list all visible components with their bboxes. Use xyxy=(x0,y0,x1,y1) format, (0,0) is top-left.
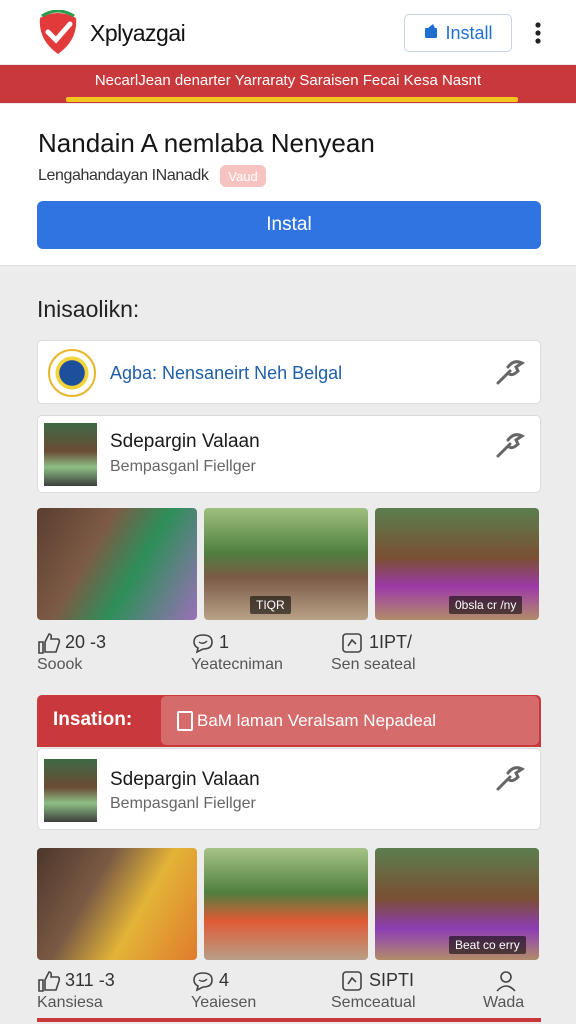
panel-header: Insation: BaM laman Veralsam Nepadeal xyxy=(37,695,541,747)
like-label: Kansiesa xyxy=(37,994,103,1011)
photo-caption: 0bsla cr /ny xyxy=(449,596,523,614)
like-label: Soook xyxy=(37,656,83,673)
profile-stat[interactable]: Wada xyxy=(483,970,543,1016)
install-button-label: Install xyxy=(445,22,493,43)
list-item-user[interactable]: Sdepargin Valaan Bempasganl Fiellger xyxy=(37,748,541,830)
photo-tile[interactable] xyxy=(37,848,197,960)
list-item-user[interactable]: Sdepargin Valaan Bempasganl Fiellger xyxy=(37,415,541,493)
chat-icon xyxy=(191,632,215,654)
photo-tile[interactable] xyxy=(37,508,197,620)
document-icon xyxy=(177,711,193,731)
like-count: 20 -3 xyxy=(65,632,107,652)
comment-label: Yeaiesen xyxy=(191,994,257,1011)
user-meta: Bempasganl Fiellger xyxy=(110,458,256,475)
seal-icon xyxy=(48,349,96,397)
check-shield-icon[interactable] xyxy=(34,9,82,56)
thumbs-up-icon xyxy=(37,970,61,992)
photo-caption: TIQR xyxy=(250,596,291,614)
install-button[interactable]: Instal xyxy=(37,201,541,249)
share-stat[interactable]: SIPTI Semceatual xyxy=(331,970,461,1016)
comment-count: 4 xyxy=(219,970,230,990)
banner-progress-line xyxy=(66,97,518,102)
user-name: Sdepargin Valaan xyxy=(110,431,260,452)
user-name: Sdepargin Valaan xyxy=(110,769,260,790)
photo-tile[interactable] xyxy=(204,848,368,960)
avatar xyxy=(44,759,97,822)
share-label: Semceatual xyxy=(331,994,416,1011)
kebab-menu-icon[interactable] xyxy=(526,18,550,48)
top-bar: Xplyazgai Install xyxy=(0,0,576,64)
share-stat[interactable]: 1IPT/ Sen seateal xyxy=(331,632,461,678)
tool-icon[interactable] xyxy=(494,355,526,387)
person-icon xyxy=(495,970,519,992)
install-button-top[interactable]: Install xyxy=(404,14,512,52)
photo-tile[interactable]: TIQR xyxy=(204,508,368,620)
share-count: 1IPT/ xyxy=(369,632,413,652)
section-title: Inisaolikn: xyxy=(37,296,140,322)
comment-stat[interactable]: 1 Yeatecniman xyxy=(191,632,311,678)
share-icon xyxy=(341,632,365,654)
avatar xyxy=(44,423,97,486)
app-card: Nandain A nemlaba Nenyean Lengahandayan … xyxy=(0,104,576,266)
install-icon xyxy=(423,23,439,44)
app-subtitle: Lengahandayan INanadk xyxy=(38,167,209,184)
share-count: SIPTI xyxy=(369,970,415,990)
comment-stat[interactable]: 4 Yeaiesen xyxy=(191,970,311,1016)
like-count: 311 -3 xyxy=(65,970,115,990)
tool-icon[interactable] xyxy=(494,428,526,460)
thumbs-up-icon xyxy=(37,632,61,654)
status-badge: Vaud xyxy=(220,165,266,187)
photo-caption: Beat co erry xyxy=(449,936,526,954)
user-meta: Bempasganl Fiellger xyxy=(110,795,256,812)
photo-tile[interactable]: 0bsla cr /ny xyxy=(375,508,539,620)
panel-label: Insation: xyxy=(53,709,133,730)
like-stat[interactable]: 20 -3 Soook xyxy=(37,632,157,678)
panel-pill-text: BaM laman Veralsam Nepadeal xyxy=(197,710,437,730)
comment-label: Yeatecniman xyxy=(191,656,283,673)
panel-pill[interactable]: BaM laman Veralsam Nepadeal xyxy=(161,696,539,745)
bottom-divider xyxy=(37,1018,541,1022)
profile-label: Wada xyxy=(483,994,525,1011)
banner-text: NecarlJean denarter Yarraraty Saraisen F… xyxy=(94,72,482,89)
like-stat[interactable]: 311 -3 Kansiesa xyxy=(37,970,157,1016)
comment-count: 1 xyxy=(219,632,230,652)
share-icon xyxy=(341,970,365,992)
org-link[interactable]: Agba: Nensaneirt Neh Belgal xyxy=(110,363,342,384)
share-label: Sen seateal xyxy=(331,656,416,673)
photo-tile[interactable]: Beat co erry xyxy=(375,848,539,960)
page-title: Nandain A nemlaba Nenyean xyxy=(38,128,375,158)
app-brand: Xplyazgai xyxy=(90,20,186,46)
list-item-org[interactable]: Agba: Nensaneirt Neh Belgal xyxy=(37,340,541,404)
chat-icon xyxy=(191,970,215,992)
tool-icon[interactable] xyxy=(494,761,526,793)
